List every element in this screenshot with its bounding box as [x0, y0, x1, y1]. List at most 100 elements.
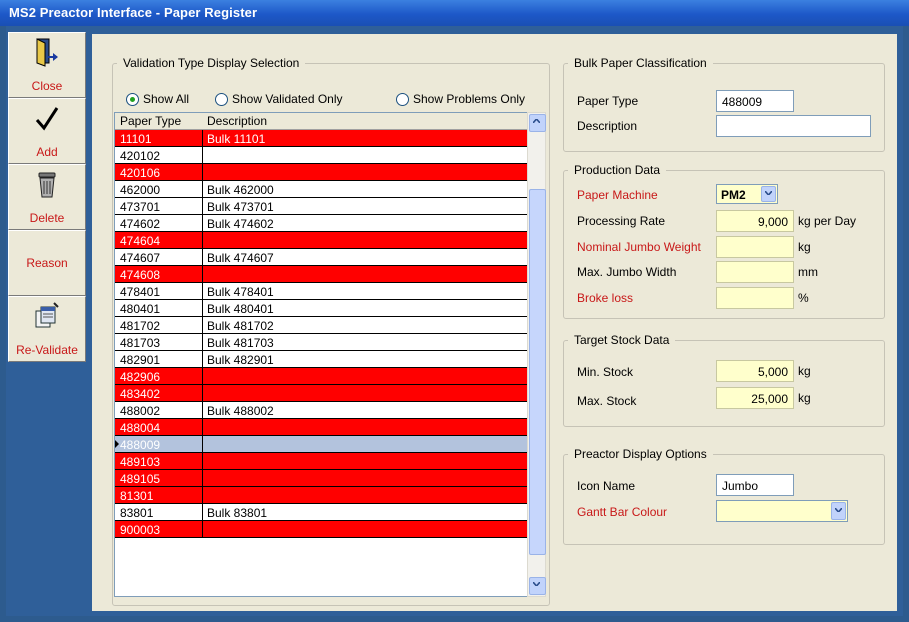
delete-button[interactable]: Delete: [8, 164, 86, 230]
gantt-colour-dropdown[interactable]: [716, 500, 848, 522]
cell-description: Bulk 481703: [207, 336, 274, 350]
jumbo-weight-field[interactable]: [716, 236, 794, 258]
cell-paper-type: 474602: [120, 217, 161, 231]
cell-paper-type: 482901: [120, 353, 161, 367]
table-row[interactable]: 478401 Bulk 478401: [115, 283, 528, 300]
cell-description: Bulk 462000: [207, 183, 274, 197]
revalidate-documents-icon: [9, 301, 85, 331]
radio-show-all[interactable]: Show All: [126, 92, 189, 106]
grid-scrollbar[interactable]: [527, 112, 546, 597]
icon-name-field[interactable]: Jumbo: [716, 474, 794, 496]
table-row[interactable]: 420106: [115, 164, 528, 181]
column-header-description[interactable]: Description: [207, 114, 267, 128]
grid-header: Paper Type Description: [115, 113, 528, 130]
table-row[interactable]: 900003: [115, 521, 528, 538]
cell-paper-type: 420106: [120, 166, 161, 180]
table-row[interactable]: 483402: [115, 385, 528, 402]
max-stock-field[interactable]: 25,000: [716, 387, 794, 409]
column-divider: [202, 198, 203, 215]
action-toolbar: Close Add Delete Reason Re-Validate: [6, 30, 86, 616]
table-row[interactable]: 482901 Bulk 482901: [115, 351, 528, 368]
min-stock-field[interactable]: 5,000: [716, 360, 794, 382]
table-row[interactable]: 83801 Bulk 83801: [115, 504, 528, 521]
jumbo-width-label: Max. Jumbo Width: [577, 265, 677, 279]
add-button[interactable]: Add: [8, 98, 86, 164]
radio-label: Show Problems Only: [413, 92, 526, 106]
cell-description: Bulk 474602: [207, 217, 274, 231]
cell-paper-type: 474607: [120, 251, 161, 265]
table-row[interactable]: 473701 Bulk 473701: [115, 198, 528, 215]
description-label: Description: [577, 119, 638, 133]
column-divider: [202, 283, 203, 300]
table-row[interactable]: 481703 Bulk 481703: [115, 334, 528, 351]
table-row[interactable]: 474608: [115, 266, 528, 283]
reason-button[interactable]: Reason: [8, 230, 86, 296]
cell-paper-type: 474604: [120, 234, 161, 248]
paper-machine-dropdown[interactable]: PM2: [716, 184, 778, 204]
cell-paper-type: 11101: [120, 132, 152, 146]
scroll-down-button[interactable]: [529, 577, 546, 595]
table-row[interactable]: 488002 Bulk 488002: [115, 402, 528, 419]
classification-legend: Bulk Paper Classification: [574, 56, 707, 70]
scroll-up-button[interactable]: [529, 114, 546, 132]
cell-paper-type: 474608: [120, 268, 161, 282]
column-divider: [202, 368, 203, 385]
column-divider: [202, 402, 203, 419]
table-row[interactable]: 488009: [115, 436, 528, 453]
validation-legend: Validation Type Display Selection: [123, 56, 300, 70]
radio-dot: [396, 92, 409, 106]
paper-machine-label: Paper Machine: [577, 188, 658, 202]
column-divider: [202, 249, 203, 266]
table-row[interactable]: 11101 Bulk 11101: [115, 130, 528, 147]
close-label: Close: [31, 79, 63, 93]
table-row[interactable]: 481702 Bulk 481702: [115, 317, 528, 334]
max-stock-unit: kg: [798, 391, 811, 405]
radio-show-validated[interactable]: Show Validated Only: [215, 92, 343, 106]
target-stock-legend: Target Stock Data: [574, 333, 670, 347]
paper-type-grid[interactable]: Paper Type Description 11101 Bulk 11101 42…: [114, 112, 529, 597]
paper-type-field[interactable]: 488009: [716, 90, 794, 112]
description-field[interactable]: [716, 115, 871, 137]
dropdown-button[interactable]: [831, 502, 846, 520]
column-divider: [202, 470, 203, 487]
table-row[interactable]: 480401 Bulk 480401: [115, 300, 528, 317]
table-row[interactable]: 489103: [115, 453, 528, 470]
column-header-paper-type[interactable]: Paper Type: [120, 114, 181, 128]
table-row[interactable]: 81301: [115, 487, 528, 504]
column-divider: [202, 300, 203, 317]
cell-description: Bulk 11101: [207, 132, 266, 146]
delete-label: Delete: [29, 211, 65, 225]
table-row[interactable]: 462000 Bulk 462000: [115, 181, 528, 198]
reason-label: Reason: [26, 256, 68, 270]
processing-rate-field[interactable]: 9,000: [716, 210, 794, 232]
column-divider: [202, 147, 203, 164]
table-row[interactable]: 482906: [115, 368, 528, 385]
scroll-thumb[interactable]: [529, 189, 546, 555]
table-row[interactable]: 474602 Bulk 474602: [115, 215, 528, 232]
column-divider: [202, 487, 203, 504]
jumbo-width-field[interactable]: [716, 261, 794, 283]
table-row[interactable]: 420102: [115, 147, 528, 164]
column-divider: [202, 164, 203, 181]
column-divider: [202, 385, 203, 402]
min-stock-label: Min. Stock: [577, 365, 634, 379]
cell-paper-type: 482906: [120, 370, 161, 384]
table-row[interactable]: 489105: [115, 470, 528, 487]
revalidate-button[interactable]: Re-Validate: [8, 296, 86, 362]
broke-loss-field[interactable]: [716, 287, 794, 309]
radio-show-problems[interactable]: Show Problems Only: [396, 92, 525, 106]
chevron-up-icon: [533, 119, 540, 123]
paper-type-label: Paper Type: [577, 94, 639, 108]
cell-description: Bulk 481702: [207, 319, 274, 333]
table-row[interactable]: 488004: [115, 419, 528, 436]
table-row[interactable]: 474604: [115, 232, 528, 249]
cell-description: Bulk 473701: [207, 200, 274, 214]
column-divider: [202, 521, 203, 538]
production-legend: Production Data: [574, 163, 661, 177]
table-row[interactable]: 474607 Bulk 474607: [115, 249, 528, 266]
paper-machine-value: PM2: [721, 188, 746, 202]
close-button[interactable]: Close: [8, 32, 86, 98]
jumbo-weight-label: Nominal Jumbo Weight: [577, 240, 701, 254]
dropdown-button[interactable]: [761, 186, 776, 202]
display-options-group: Preactor Display Options: [563, 447, 885, 545]
